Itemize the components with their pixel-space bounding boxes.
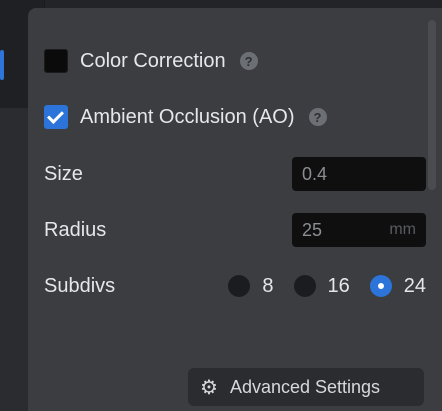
radius-label: Radius	[44, 218, 107, 241]
color-correction-row[interactable]: Color Correction ?	[44, 44, 426, 78]
subdivs-option-label: 24	[403, 274, 426, 297]
selection-indicator	[0, 50, 4, 80]
subdivs-radio-group: 8 16 24	[228, 275, 426, 298]
ao-settings-panel: Color Correction ? Ambient Occlusion (AO…	[28, 8, 442, 411]
color-correction-label: Color Correction	[80, 49, 226, 72]
subdivs-option-8[interactable]: 8	[228, 274, 274, 298]
ambient-occlusion-label: Ambient Occlusion (AO)	[80, 105, 295, 128]
radius-input[interactable]: 25 mm	[292, 213, 426, 247]
radio-button[interactable]	[293, 275, 316, 297]
radius-unit: mm	[389, 221, 416, 238]
size-row: Size 0.4	[44, 157, 426, 191]
subdivs-option-16[interactable]: 16	[293, 274, 350, 298]
subdivs-label: Subdivs	[44, 274, 116, 297]
radio-button-selected[interactable]	[369, 275, 392, 297]
ambient-occlusion-row[interactable]: Ambient Occlusion (AO) ?	[44, 100, 426, 134]
question-icon[interactable]: ?	[239, 52, 258, 70]
subdivs-option-label: 8	[262, 274, 274, 297]
radius-value: 25	[302, 219, 323, 240]
size-label: Size	[44, 162, 83, 185]
advanced-settings-button[interactable]: ⚙ Advanced Settings	[188, 368, 424, 406]
subdivs-row: Subdivs 8 16 24	[44, 269, 426, 303]
subdivs-option-24[interactable]: 24	[369, 274, 426, 298]
advanced-settings-label: Advanced Settings	[229, 376, 381, 397]
radius-row: Radius 25 mm	[44, 213, 426, 247]
color-correction-checkbox[interactable]	[44, 49, 68, 73]
subdivs-option-label: 16	[327, 274, 350, 297]
question-icon[interactable]: ?	[308, 108, 327, 126]
ambient-occlusion-checkbox[interactable]	[44, 105, 68, 129]
size-input[interactable]: 0.4	[292, 157, 426, 191]
gear-icon: ⚙	[200, 376, 218, 399]
radio-button[interactable]	[228, 275, 251, 297]
panel-scrollbar[interactable]	[428, 20, 436, 190]
size-value: 0.4	[302, 163, 328, 184]
